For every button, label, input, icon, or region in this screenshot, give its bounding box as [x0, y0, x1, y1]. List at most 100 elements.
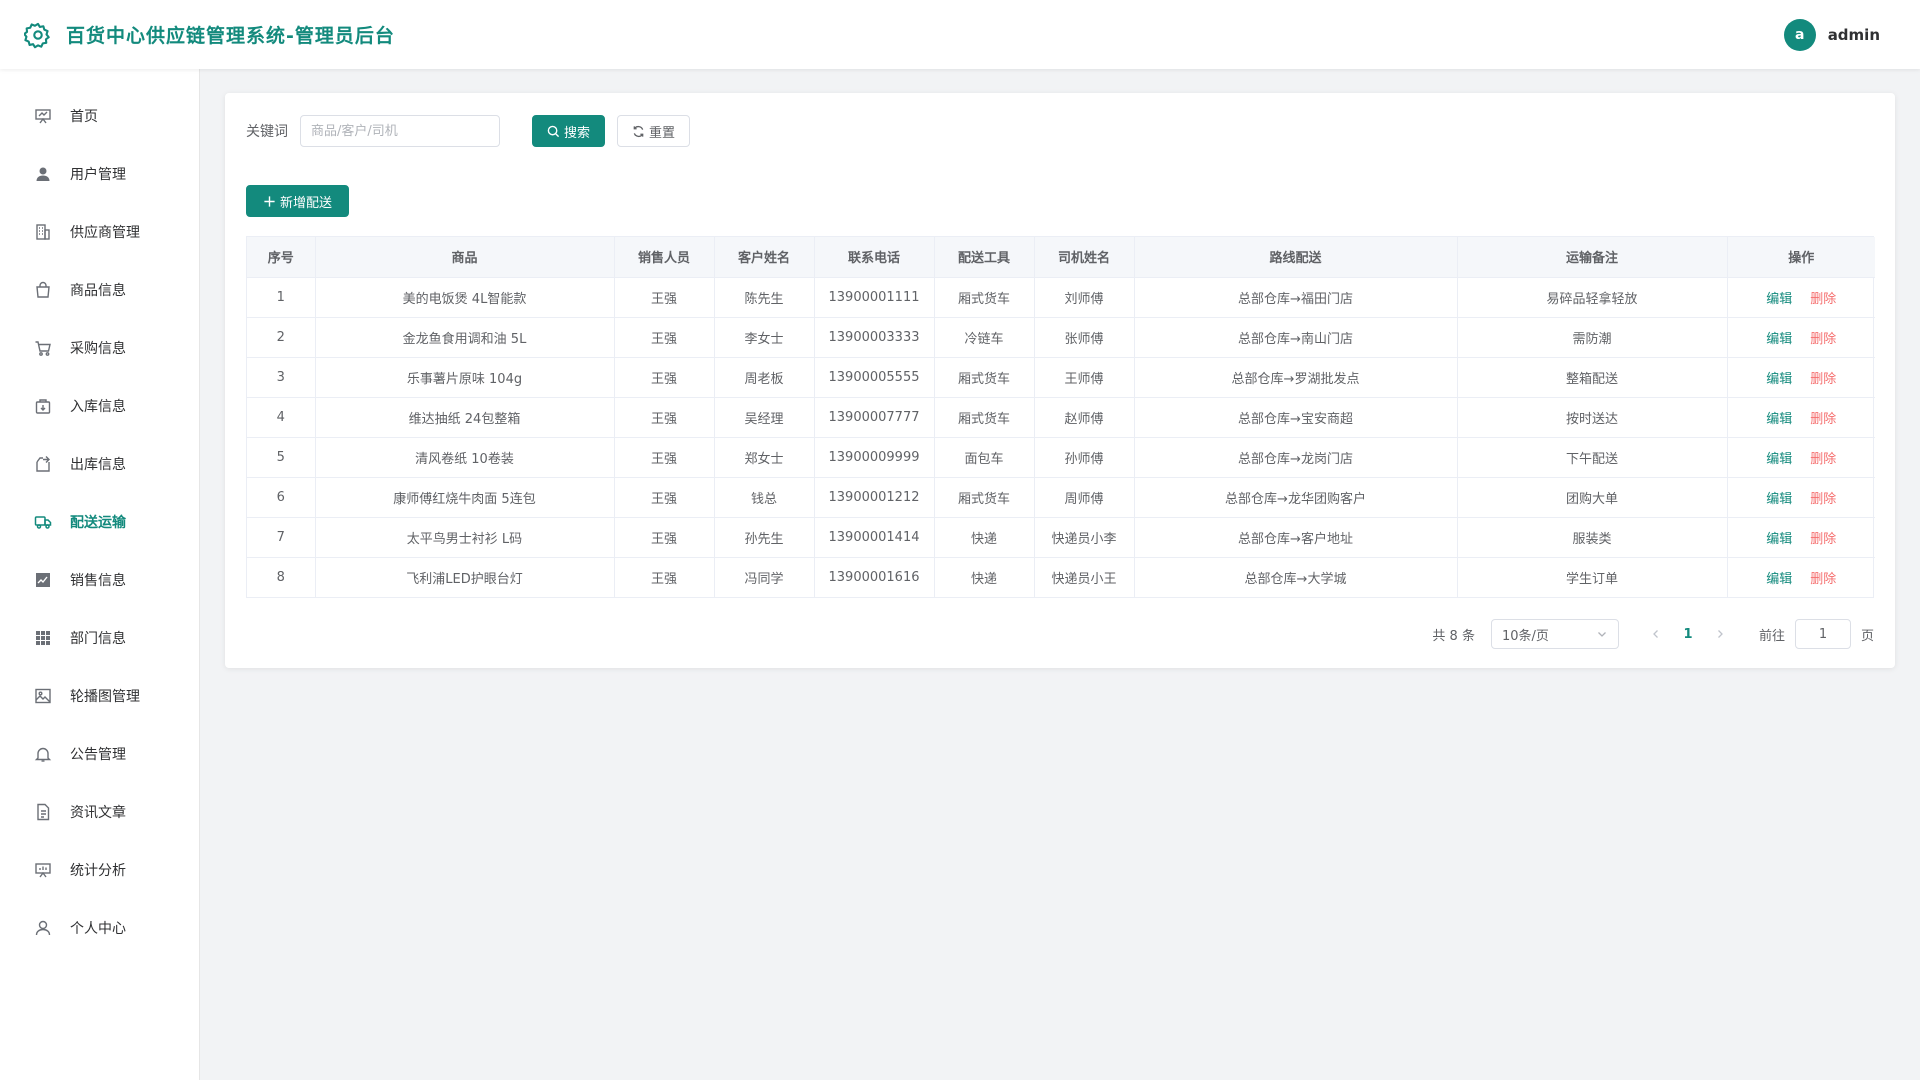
cell-product: 乐事薯片原味 104g: [315, 357, 615, 398]
sidebar-item-stock-in[interactable]: 入库信息: [0, 377, 199, 435]
cell-phone: 13900003333: [814, 317, 935, 358]
brand: 百货中心供应链管理系统-管理员后台: [24, 21, 395, 49]
cell-no: 1: [247, 277, 316, 318]
sidebar-item-sales[interactable]: 销售信息: [0, 551, 199, 609]
page-size-select[interactable]: 10条/页: [1490, 619, 1619, 649]
chevron-left-icon: [1653, 630, 1658, 638]
delete-button[interactable]: 删除: [1810, 452, 1836, 467]
sidebar-item-purchase[interactable]: 采购信息: [0, 319, 199, 377]
prev-page-button[interactable]: [1641, 619, 1671, 649]
sidebar-item-profile[interactable]: 个人中心: [0, 899, 199, 957]
search-button[interactable]: 搜索: [532, 115, 606, 147]
cell-driver: 赵师傅: [1034, 397, 1135, 438]
cell-sales: 王强: [614, 477, 715, 518]
cell-product: 飞利浦LED护眼台灯: [315, 557, 615, 597]
trend-chart-icon: [34, 571, 52, 589]
page-suffix: 页: [1860, 628, 1874, 644]
cell-route: 总部仓库→南山门店: [1134, 317, 1458, 358]
cell-product: 清风卷纸 10卷装: [315, 437, 615, 478]
gear-icon: [24, 21, 52, 49]
edit-button[interactable]: 编辑: [1766, 532, 1792, 547]
sidebar-item-products[interactable]: 商品信息: [0, 261, 199, 319]
sidebar-item-users[interactable]: 用户管理: [0, 145, 199, 203]
cell-product: 太平鸟男士衬衫 L码: [315, 517, 615, 558]
sidebar-item-home[interactable]: 首页: [0, 87, 199, 145]
edit-button[interactable]: 编辑: [1766, 292, 1792, 307]
cell-remark: 整箱配送: [1457, 357, 1728, 398]
edit-button[interactable]: 编辑: [1766, 412, 1792, 427]
box-in-icon: [34, 397, 52, 415]
cell-phone: 13900001212: [814, 477, 935, 518]
cell-customer: 陈先生: [714, 277, 815, 318]
sidebar-item-statistics[interactable]: 统计分析: [0, 841, 199, 899]
sidebar-item-notices[interactable]: 公告管理: [0, 725, 199, 783]
delete-button[interactable]: 删除: [1810, 292, 1836, 307]
edit-button[interactable]: 编辑: [1766, 452, 1792, 467]
cell-sales: 王强: [614, 517, 715, 558]
sidebar-item-label: 出库信息: [70, 457, 126, 473]
sidebar-item-label: 公告管理: [70, 747, 126, 763]
cell-no: 6: [247, 477, 316, 518]
edit-button[interactable]: 编辑: [1766, 492, 1792, 507]
cell-no: 5: [247, 437, 316, 478]
delete-button[interactable]: 删除: [1810, 532, 1836, 547]
sidebar-item-articles[interactable]: 资讯文章: [0, 783, 199, 841]
column-header: 操作: [1727, 237, 1875, 278]
cell-tool: 厢式货车: [934, 397, 1035, 438]
sidebar-item-departments[interactable]: 部门信息: [0, 609, 199, 667]
sidebar-item-label: 个人中心: [70, 921, 126, 937]
column-header: 联系电话: [814, 237, 935, 278]
cell-remark: 服装类: [1457, 517, 1728, 558]
column-header: 路线配送: [1134, 237, 1458, 278]
user-menu[interactable]: a admin: [1783, 18, 1880, 51]
delete-button[interactable]: 删除: [1810, 572, 1836, 587]
delete-button[interactable]: 删除: [1810, 412, 1836, 427]
reset-button[interactable]: 重置: [617, 115, 691, 147]
cell-driver: 快递员小王: [1034, 557, 1135, 597]
delete-button[interactable]: 删除: [1810, 332, 1836, 347]
column-header: 运输备注: [1457, 237, 1728, 278]
delete-button[interactable]: 删除: [1810, 492, 1836, 507]
cell-phone: 13900009999: [814, 437, 935, 478]
next-page-button[interactable]: [1705, 619, 1735, 649]
sidebar-item-stock-out[interactable]: 出库信息: [0, 435, 199, 493]
cell-phone: 13900001616: [814, 557, 935, 597]
sidebar-item-delivery[interactable]: 配送运输: [0, 493, 199, 551]
sidebar-item-label: 销售信息: [70, 573, 126, 589]
cell-phone: 13900001414: [814, 517, 935, 558]
reset-button-label: 重置: [649, 125, 676, 141]
cell-phone: 13900005555: [814, 357, 935, 398]
keyword-label: 关键词: [246, 124, 288, 140]
page-number-current[interactable]: 1: [1671, 619, 1705, 649]
cell-tool: 快递: [934, 517, 1035, 558]
goto-page-input[interactable]: [1794, 619, 1851, 649]
sidebar-item-suppliers[interactable]: 供应商管理: [0, 203, 199, 261]
delivery-table: 序号 商品 销售人员 客户姓名 联系电话 配送工具 司机姓名 路线配送 运输备注…: [246, 236, 1875, 598]
search-input[interactable]: [300, 115, 500, 147]
cell-route: 总部仓库→龙华团购客户: [1134, 477, 1458, 518]
username[interactable]: admin: [1828, 26, 1880, 44]
cell-driver: 张师傅: [1034, 317, 1135, 358]
cell-route: 总部仓库→宝安商超: [1134, 397, 1458, 438]
table-row: 1 美的电饭煲 4L智能款 王强 陈先生 13900001111 厢式货车 刘师…: [247, 277, 1875, 318]
user-icon: [34, 165, 52, 183]
sidebar-item-carousel[interactable]: 轮播图管理: [0, 667, 199, 725]
sidebar-item-label: 入库信息: [70, 399, 126, 415]
avatar[interactable]: a: [1783, 18, 1816, 51]
shopping-bag-icon: [34, 281, 52, 299]
bell-icon: [34, 745, 52, 763]
delete-button[interactable]: 删除: [1810, 372, 1836, 387]
cell-no: 2: [247, 317, 316, 358]
table-header-row: 序号 商品 销售人员 客户姓名 联系电话 配送工具 司机姓名 路线配送 运输备注…: [247, 237, 1875, 278]
column-header: 序号: [247, 237, 316, 278]
edit-button[interactable]: 编辑: [1766, 572, 1792, 587]
add-delivery-button[interactable]: 新增配送: [246, 185, 350, 217]
cell-product: 美的电饭煲 4L智能款: [315, 277, 615, 318]
sidebar: 首页 用户管理 供应商管理 商品信息 采购信息 入库信息 出库信息 配送运输 销…: [0, 69, 200, 1080]
cell-product: 金龙鱼食用调和油 5L: [315, 317, 615, 358]
user-outline-icon: [34, 919, 52, 937]
edit-button[interactable]: 编辑: [1766, 372, 1792, 387]
cell-no: 3: [247, 357, 316, 398]
cell-customer: 冯同学: [714, 557, 815, 597]
edit-button[interactable]: 编辑: [1766, 332, 1792, 347]
